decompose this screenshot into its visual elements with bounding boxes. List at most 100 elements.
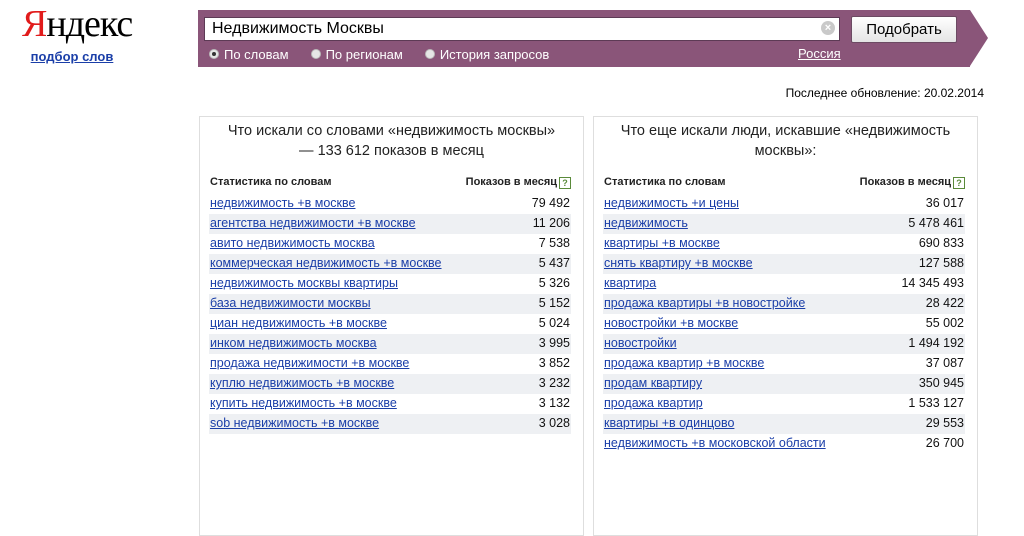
impressions-count: 350 945: [918, 376, 964, 390]
impressions-count: 11 206: [532, 216, 570, 230]
keyword-link[interactable]: sob недвижимость +в москве: [210, 416, 379, 431]
keyword-link[interactable]: коммерческая недвижимость +в москве: [210, 256, 442, 271]
table-row: база недвижимости москвы 5 152: [209, 294, 571, 314]
table-row: новостройки 1 494 192: [603, 334, 965, 354]
impressions-count: 1 494 192: [908, 336, 964, 350]
keyword-link[interactable]: куплю недвижимость +в москве: [210, 376, 394, 391]
table-row: недвижимость 5 478 461: [603, 214, 965, 234]
clear-icon[interactable]: ×: [821, 21, 835, 35]
impressions-count: 3 232: [538, 376, 570, 390]
panel-title: Что искали со словами «недвижимость моск…: [227, 123, 556, 159]
mode-label: По словам: [224, 46, 289, 62]
mode-by-words[interactable]: По словам: [209, 46, 289, 62]
keyword-link[interactable]: недвижимость +в москве: [210, 196, 355, 211]
keyword-link[interactable]: квартиры +в одинцово: [604, 416, 734, 431]
impressions-count: 3 028: [538, 416, 570, 430]
impressions-count: 3 995: [538, 336, 570, 350]
search-input[interactable]: [204, 17, 840, 41]
table-header: Статистика по словам Показов в месяц?: [210, 176, 571, 192]
submit-button[interactable]: Подобрать: [851, 16, 957, 43]
col-count-header: Показов в месяц: [859, 176, 951, 188]
table-row: sob недвижимость +в москве 3 028: [209, 414, 571, 434]
keyword-link[interactable]: агентства недвижимости +в москве: [210, 216, 416, 231]
impressions-count: 79 492: [531, 196, 570, 210]
table-row: агентства недвижимости +в москве 11 206: [209, 214, 571, 234]
keyword-link[interactable]: продажа квартир +в москве: [604, 356, 764, 371]
keyword-link[interactable]: новостройки +в москве: [604, 316, 738, 331]
keyword-link[interactable]: купить недвижимость +в москве: [210, 396, 397, 411]
impressions-count: 36 017: [925, 196, 964, 210]
table-row: квартиры +в одинцово 29 553: [603, 414, 965, 434]
keyword-link[interactable]: недвижимость москвы квартиры: [210, 276, 398, 291]
impressions-count: 29 553: [925, 416, 964, 430]
search-mode-group: По словам По регионам История запросов: [209, 46, 571, 62]
radio-selected-icon[interactable]: [209, 49, 219, 59]
radio-icon[interactable]: [424, 49, 435, 59]
table-row: куплю недвижимость +в москве 3 232: [209, 374, 571, 394]
table-row: недвижимость +в москве 79 492: [209, 194, 571, 214]
keyword-link[interactable]: инком недвижимость москва: [210, 336, 377, 351]
impressions-count: 127 588: [918, 256, 964, 270]
impressions-count: 14 345 493: [901, 276, 964, 290]
impressions-count: 5 152: [538, 296, 570, 310]
logo-first-letter: Я: [22, 3, 47, 45]
keyword-link[interactable]: снять квартиру +в москве: [604, 256, 753, 271]
keyword-table: недвижимость +в москве 79 492 агентства не…: [209, 194, 571, 434]
table-row: недвижимость +и цены 36 017: [603, 194, 965, 214]
impressions-count: 7 538: [538, 236, 570, 250]
keyword-link[interactable]: новостройки: [604, 336, 677, 351]
table-row: квартиры +в москве 690 833: [603, 234, 965, 254]
keyword-link[interactable]: квартиры +в москве: [604, 236, 720, 251]
table-row: коммерческая недвижимость +в москве 5 437: [209, 254, 571, 274]
table-row: продажа недвижимости +в москве 3 852: [209, 354, 571, 374]
impressions-count: 37 087: [925, 356, 964, 370]
impressions-count: 5 437: [538, 256, 570, 270]
table-row: инком недвижимость москва 3 995: [209, 334, 571, 354]
keyword-link[interactable]: недвижимость +и цены: [604, 196, 739, 211]
logo-wordmark: Яндекс: [22, 3, 133, 45]
mode-history[interactable]: История запросов: [424, 46, 550, 62]
table-row: недвижимость +в московской области 26 700: [603, 434, 965, 454]
keyword-link[interactable]: продам квартиру: [604, 376, 702, 391]
logo-rest: ндекс: [46, 3, 133, 45]
table-row: продажа квартир 1 533 127: [603, 394, 965, 414]
impressions-count: 690 833: [918, 236, 964, 250]
impressions-count: 1 533 127: [908, 396, 964, 410]
keyword-link[interactable]: база недвижимости москвы: [210, 296, 371, 311]
keyword-link[interactable]: продажа квартир: [604, 396, 703, 411]
mode-label: История запросов: [439, 46, 550, 62]
region-link[interactable]: Россия: [798, 46, 841, 61]
yandex-logo[interactable]: Яндекс подбор слов: [22, 3, 133, 66]
radio-icon[interactable]: [310, 49, 321, 59]
table-row: продажа квартиры +в новостройке 28 422: [603, 294, 965, 314]
table-row: квартира 14 345 493: [603, 274, 965, 294]
impressions-count: 5 326: [538, 276, 570, 290]
keyword-link[interactable]: авито недвижимость москва: [210, 236, 375, 251]
keyword-link[interactable]: квартира: [604, 276, 656, 291]
impressions-count: 5 024: [538, 316, 570, 330]
table-row: недвижимость москвы квартиры 5 326: [209, 274, 571, 294]
panel-title: Что еще искали люди, искавшие «недвижимо…: [620, 123, 951, 159]
impressions-count: 55 002: [925, 316, 964, 330]
col-keyword-header: Статистика по словам: [210, 176, 332, 188]
table-row: снять квартиру +в москве 127 588: [603, 254, 965, 274]
help-icon[interactable]: ?: [559, 177, 571, 189]
table-row: новостройки +в москве 55 002: [603, 314, 965, 334]
keyword-link[interactable]: недвижимость: [604, 216, 688, 231]
help-icon[interactable]: ?: [953, 177, 965, 189]
col-count-header: Показов в месяц: [465, 176, 557, 188]
keyword-link[interactable]: продажа недвижимости +в москве: [210, 356, 409, 371]
table-row: циан недвижимость +в москве 5 024: [209, 314, 571, 334]
table-row: купить недвижимость +в москве 3 132: [209, 394, 571, 414]
col-keyword-header: Статистика по словам: [604, 176, 726, 188]
keyword-link[interactable]: продажа квартиры +в новостройке: [604, 296, 805, 311]
mode-by-regions[interactable]: По регионам: [310, 46, 403, 62]
table-header: Статистика по словам Показов в месяц?: [604, 176, 965, 192]
mode-label: По регионам: [325, 46, 403, 62]
impressions-count: 3 132: [538, 396, 570, 410]
keyword-link[interactable]: циан недвижимость +в москве: [210, 316, 387, 331]
table-row: продам квартиру 350 945: [603, 374, 965, 394]
keyword-link[interactable]: недвижимость +в московской области: [604, 436, 826, 451]
table-row: продажа квартир +в москве 37 087: [603, 354, 965, 374]
wordstat-link[interactable]: подбор слов: [31, 49, 114, 64]
